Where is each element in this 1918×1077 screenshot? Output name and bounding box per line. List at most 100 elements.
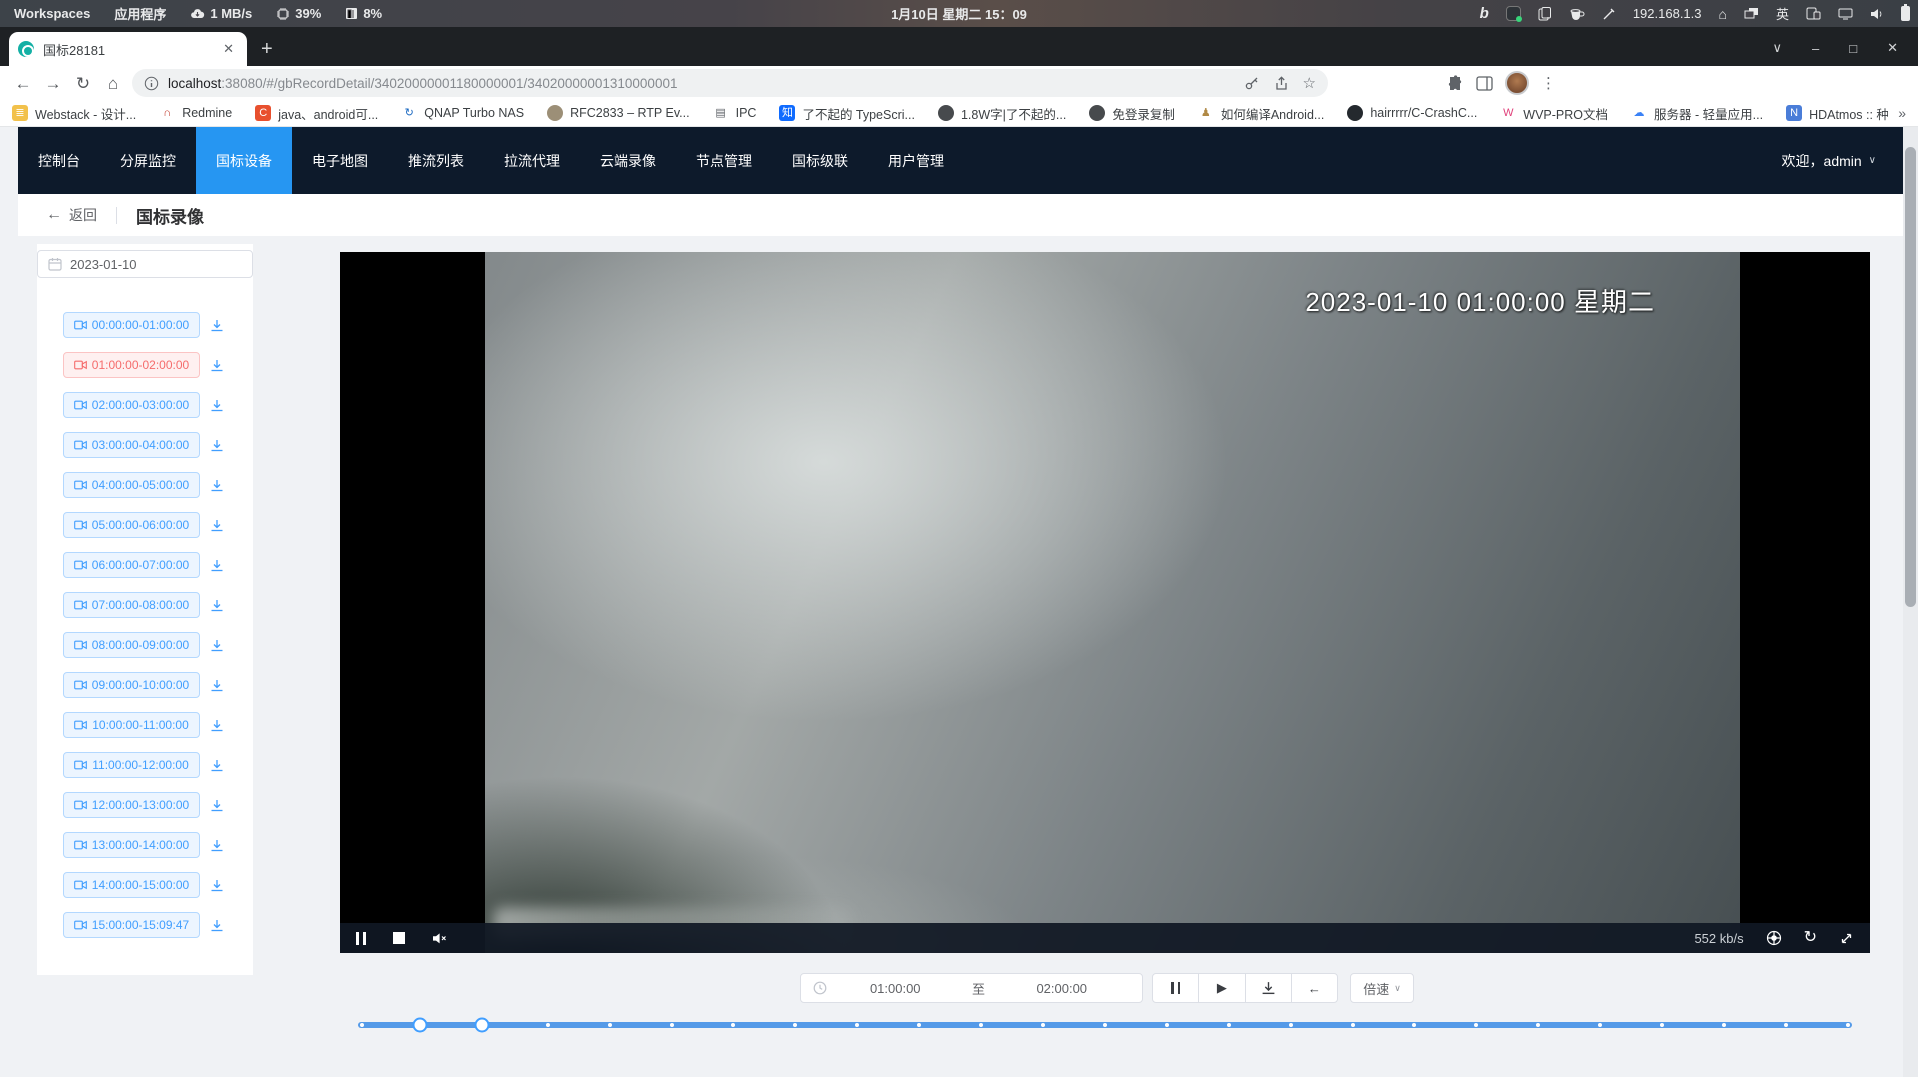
side-panel-icon[interactable] (1476, 76, 1493, 91)
recording-segment-button[interactable]: 02:00:00-03:00:00 (63, 392, 200, 418)
scrollbar-thumb[interactable] (1905, 147, 1916, 607)
back-button[interactable]: ← (8, 75, 38, 92)
download-recording-button[interactable] (210, 879, 224, 892)
download-recording-button[interactable] (210, 519, 224, 532)
nav-tab[interactable]: 分屏监控 (100, 127, 196, 194)
nav-tab[interactable]: 国标设备 (196, 127, 292, 194)
browser-menu-icon[interactable]: ⋮ (1541, 74, 1556, 92)
recording-segment-button[interactable]: 03:00:00-04:00:00 (63, 432, 200, 458)
extension-icon[interactable] (1338, 74, 1356, 92)
address-bar[interactable]: localhost:38080/#/gbRecordDetail/3402000… (132, 69, 1328, 97)
extension-icon[interactable] (1419, 74, 1437, 92)
reload-button[interactable]: ↻ (68, 75, 98, 92)
language-indicator[interactable]: 英 (1776, 4, 1789, 23)
bookmarks-overflow-icon[interactable]: » (1888, 105, 1906, 121)
download-recording-button[interactable] (210, 919, 224, 932)
bing-tray-icon[interactable]: b (1480, 5, 1489, 22)
bookmark-item[interactable]: 知 了不起的 TypeScri... (779, 104, 915, 123)
recording-segment-button[interactable]: 04:00:00-05:00:00 (63, 472, 200, 498)
download-recording-button[interactable] (210, 799, 224, 812)
nav-tab[interactable]: 节点管理 (676, 127, 772, 194)
recording-segment-button[interactable]: 14:00:00-15:00:00 (63, 872, 200, 898)
download-recording-button[interactable] (210, 639, 224, 652)
download-recording-button[interactable] (210, 719, 224, 732)
extension-icon[interactable] (1365, 74, 1383, 92)
bookmark-star-icon[interactable]: ☆ (1303, 76, 1316, 91)
download-button[interactable] (1245, 974, 1291, 1002)
download-recording-button[interactable] (210, 839, 224, 852)
home-tray-icon[interactable]: ⌂ (1719, 7, 1727, 21)
bookmark-item[interactable]: ≣ Webstack - 设计... (12, 104, 136, 123)
nav-tab[interactable]: 控制台 (18, 127, 100, 194)
stop-icon[interactable] (393, 932, 405, 944)
battery-icon[interactable] (1901, 6, 1910, 21)
timeline-handle[interactable] (413, 1018, 428, 1033)
bookmark-item[interactable]: ∩ Redmine (159, 105, 232, 121)
download-recording-button[interactable] (210, 359, 224, 372)
video-player[interactable]: 2023-01-10 01:00:00 星期二 552 kb/s ↻ (340, 252, 1870, 953)
recording-segment-button[interactable]: 07:00:00-08:00:00 (63, 592, 200, 618)
timeline-slider[interactable] (358, 1018, 1852, 1032)
volume-tray-icon[interactable] (1870, 8, 1884, 20)
bookmark-item[interactable]: C java、android可... (255, 104, 378, 123)
phone-link-icon[interactable] (1806, 7, 1821, 20)
speed-dropdown[interactable]: 倍速 ∨ (1350, 973, 1414, 1003)
app-indicator-icon[interactable] (1506, 6, 1521, 21)
pause-icon[interactable] (356, 932, 366, 945)
date-picker[interactable]: 2023-01-10 (37, 250, 253, 278)
color-picker-icon[interactable] (1602, 7, 1616, 21)
download-recording-button[interactable] (210, 439, 224, 452)
bookmark-item[interactable]: RFC2833 – RTP Ev... (547, 105, 690, 121)
window-close-button[interactable]: ✕ (1887, 40, 1898, 56)
forward-button[interactable]: → (38, 75, 68, 92)
windows-tray-icon[interactable] (1744, 7, 1759, 20)
clock[interactable]: 1月10日 星期二 15：09 (891, 4, 1027, 23)
clipboard-icon[interactable] (1538, 6, 1552, 21)
password-key-icon[interactable] (1244, 75, 1260, 91)
home-button[interactable]: ⌂ (98, 75, 128, 92)
back-link[interactable]: 返回 (69, 205, 97, 225)
download-recording-button[interactable] (210, 319, 224, 332)
user-menu[interactable]: 欢迎，admin ∨ (1782, 151, 1903, 171)
nav-tab[interactable]: 用户管理 (868, 127, 964, 194)
recording-segment-button[interactable]: 00:00:00-01:00:00 (63, 312, 200, 338)
applications-menu[interactable]: 应用程序 (114, 4, 166, 23)
new-tab-button[interactable]: + (261, 39, 273, 59)
time-range-input[interactable]: 01:00:00 至 02:00:00 (800, 973, 1143, 1003)
recording-segment-button[interactable]: 01:00:00-02:00:00 (63, 352, 200, 378)
window-minimize-button[interactable]: – (1812, 41, 1819, 56)
download-recording-button[interactable] (210, 759, 224, 772)
profile-avatar[interactable] (1505, 71, 1529, 95)
recording-segment-button[interactable]: 08:00:00-09:00:00 (63, 632, 200, 658)
volume-muted-icon[interactable] (432, 932, 448, 945)
timeline-handle[interactable] (475, 1018, 490, 1033)
recording-segment-button[interactable]: 09:00:00-10:00:00 (63, 672, 200, 698)
extension-icon[interactable] (1392, 74, 1410, 92)
bookmark-item[interactable]: ↻ QNAP Turbo NAS (401, 105, 524, 121)
download-recording-button[interactable] (210, 599, 224, 612)
bookmark-item[interactable]: W WVP-PRO文档 (1500, 104, 1608, 123)
fullscreen-icon[interactable] (1839, 931, 1854, 946)
recording-segment-button[interactable]: 05:00:00-06:00:00 (63, 512, 200, 538)
download-recording-button[interactable] (210, 479, 224, 492)
recording-segment-button[interactable]: 06:00:00-07:00:00 (63, 552, 200, 578)
download-recording-button[interactable] (210, 679, 224, 692)
extensions-puzzle-icon[interactable] (1447, 75, 1464, 92)
bookmark-item[interactable]: 免登录复制 (1089, 104, 1175, 123)
recording-segment-button[interactable]: 15:00:00-15:09:47 (63, 912, 200, 938)
workspaces-button[interactable]: Workspaces (14, 6, 90, 21)
recording-segment-button[interactable]: 13:00:00-14:00:00 (63, 832, 200, 858)
browser-tab[interactable]: 国标28181 ✕ (9, 32, 247, 66)
ip-address[interactable]: 192.168.1.3 (1633, 6, 1702, 21)
recording-segment-button[interactable]: 10:00:00-11:00:00 (63, 712, 200, 738)
end-time-value[interactable]: 02:00:00 (994, 981, 1131, 996)
bookmark-item[interactable]: ▤ IPC (713, 105, 757, 121)
tab-search-icon[interactable]: ∨ (1772, 40, 1782, 56)
window-maximize-button[interactable]: □ (1849, 41, 1857, 56)
tab-close-icon[interactable]: ✕ (219, 39, 238, 59)
recording-segment-button[interactable]: 11:00:00-12:00:00 (63, 752, 200, 778)
download-recording-button[interactable] (210, 399, 224, 412)
nav-tab[interactable]: 国标级联 (772, 127, 868, 194)
share-icon[interactable] (1274, 76, 1289, 91)
nav-tab[interactable]: 电子地图 (292, 127, 388, 194)
